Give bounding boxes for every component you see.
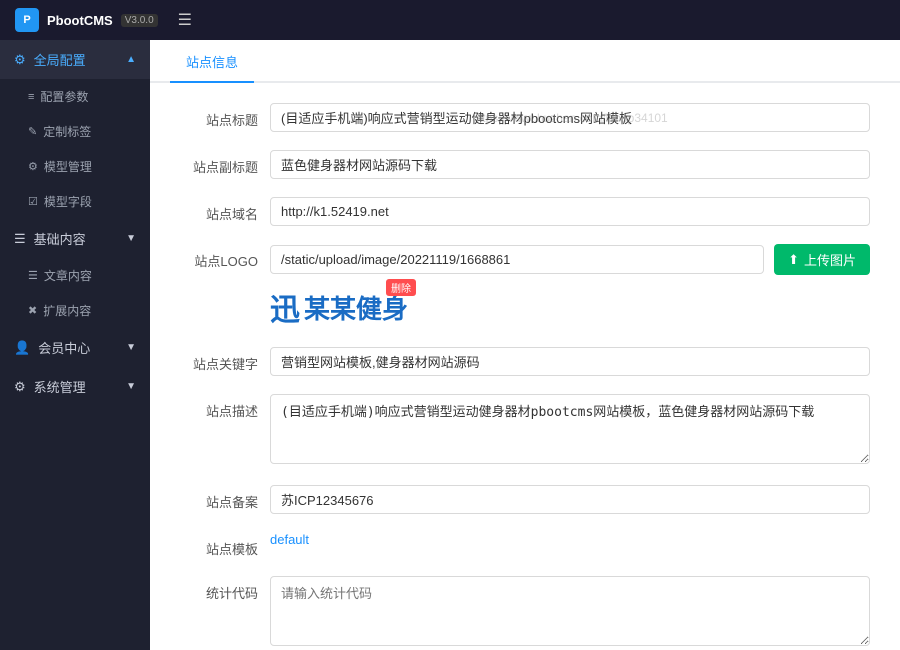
sidebar-global-config-label: 全局配置 [34,50,86,69]
global-config-arrow: ▲ [126,54,136,65]
content-area: 站点信息 站点标题 https://www.huzhan.com/ishop34… [150,40,900,650]
sidebar-item-basic-content[interactable]: ☰ 基础内容 ▼ [0,219,150,258]
stats-code-label: 统计代码 [180,576,270,602]
logo-icon: P [15,8,39,32]
sidebar: ⚙ 全局配置 ▲ ≡ 配置参数 ✎ 定制标签 ⚙ 模型管理 ☑ 模型字段 ☰ 基… [0,40,150,650]
site-domain-input[interactable] [270,197,870,226]
site-subtitle-input[interactable] [270,150,870,179]
main-layout: ⚙ 全局配置 ▲ ≡ 配置参数 ✎ 定制标签 ⚙ 模型管理 ☑ 模型字段 ☰ 基… [0,40,900,650]
site-title-label: 站点标题 [180,103,270,129]
sidebar-config-params-label: 配置参数 [40,88,88,105]
site-title-input[interactable] [270,103,870,132]
topbar-logo: P PbootCMS V3.0.0 [15,8,158,32]
model-fields-icon: ☑ [28,195,38,208]
model-manage-icon: ⚙ [28,160,38,173]
app-title: PbootCMS [47,13,113,28]
articles-icon: ☰ [28,269,38,282]
sidebar-model-manage-label: 模型管理 [44,158,92,175]
system-manage-icon: ⚙ [14,379,26,395]
sidebar-item-member-center[interactable]: 👤 会员中心 ▼ [0,328,150,367]
member-center-arrow: ▼ [126,342,136,353]
sidebar-item-custom-tags[interactable]: ✎ 定制标签 [0,114,150,149]
basic-content-arrow: ▼ [126,233,136,244]
sidebar-item-model-fields[interactable]: ☑ 模型字段 [0,184,150,219]
tab-site-info[interactable]: 站点信息 [170,40,254,83]
form-row-site-template: 站点模板 default [180,532,870,558]
basic-content-icon: ☰ [14,231,26,247]
site-domain-label: 站点域名 [180,197,270,223]
upload-image-button[interactable]: ⬆ 上传图片 [774,244,870,275]
form-row-site-description: 站点描述 (目适应手机端)响应式营销型运动健身器材pbootcms网站模板，蓝色… [180,394,870,467]
menu-toggle-icon[interactable]: ☰ [178,10,192,30]
site-record-label: 站点备案 [180,485,270,511]
extend-icon: ✖ [28,304,37,317]
sidebar-basic-content-label: 基础内容 [34,229,86,248]
sidebar-item-extend[interactable]: ✖ 扩展内容 [0,293,150,328]
site-description-label: 站点描述 [180,394,270,420]
upload-icon: ⬆ [788,252,799,268]
site-description-textarea[interactable]: (目适应手机端)响应式营销型运动健身器材pbootcms网站模板，蓝色健身器材网… [270,394,870,464]
system-manage-arrow: ▼ [126,381,136,392]
global-config-icon: ⚙ [14,52,26,68]
config-params-icon: ≡ [28,91,34,103]
sidebar-member-center-label: 会员中心 [38,338,90,357]
topbar: P PbootCMS V3.0.0 ☰ [0,0,900,40]
form-row-site-subtitle: 站点副标题 [180,150,870,179]
form-row-site-logo: 站点LOGO ⬆ 上传图片 迅 某某健身 删除 [180,244,870,329]
site-subtitle-label: 站点副标题 [180,150,270,176]
stats-code-textarea[interactable] [270,576,870,646]
logo-delete-button[interactable]: 删除 [386,279,416,296]
site-template-link[interactable]: default [270,532,309,547]
logo-row: ⬆ 上传图片 [270,244,870,275]
sidebar-extend-label: 扩展内容 [43,302,91,319]
sidebar-articles-label: 文章内容 [44,267,92,284]
site-template-label: 站点模板 [180,532,270,558]
member-center-icon: 👤 [14,340,30,356]
form-row-site-keywords: 站点关键字 [180,347,870,376]
form-row-site-domain: 站点域名 [180,197,870,226]
sidebar-item-global-config[interactable]: ⚙ 全局配置 ▲ [0,40,150,79]
sidebar-model-fields-label: 模型字段 [44,193,92,210]
site-title-value: https://www.huzhan.com/ishop34101 [270,103,870,132]
sidebar-item-articles[interactable]: ☰ 文章内容 [0,258,150,293]
sidebar-item-config-params[interactable]: ≡ 配置参数 [0,79,150,114]
form-row-site-record: 站点备案 [180,485,870,514]
site-logo-label: 站点LOGO [180,244,270,270]
sidebar-system-manage-label: 系统管理 [34,377,86,396]
custom-tags-icon: ✎ [28,125,37,138]
sidebar-item-system-manage[interactable]: ⚙ 系统管理 ▼ [0,367,150,406]
logo-preview-icon: 迅 [270,285,300,329]
site-keywords-input[interactable] [270,347,870,376]
site-keywords-label: 站点关键字 [180,347,270,373]
form-row-site-title: 站点标题 https://www.huzhan.com/ishop34101 [180,103,870,132]
form-row-stats-code: 统计代码 [180,576,870,649]
app-version: V3.0.0 [121,14,158,27]
logo-preview-area: 迅 某某健身 删除 [270,285,408,329]
site-record-input[interactable] [270,485,870,514]
sidebar-custom-tags-label: 定制标签 [43,123,91,140]
sidebar-item-model-manage[interactable]: ⚙ 模型管理 [0,149,150,184]
site-logo-path-input[interactable] [270,245,764,274]
tab-header: 站点信息 [150,40,900,83]
form-container: 站点标题 https://www.huzhan.com/ishop34101 站… [150,83,900,650]
